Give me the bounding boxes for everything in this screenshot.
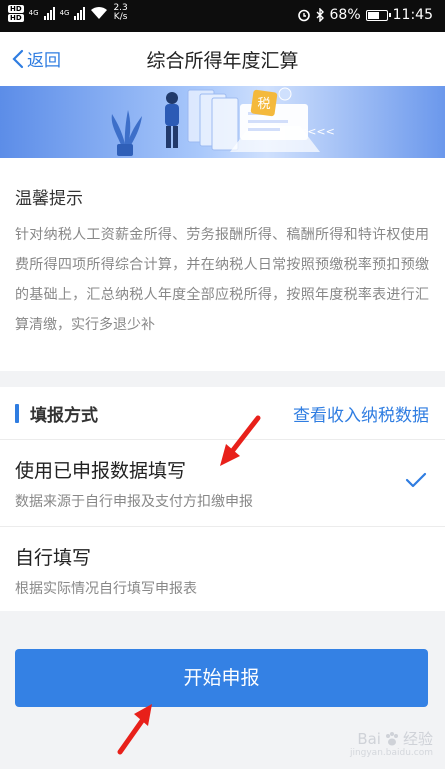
view-income-tax-data-link[interactable]: 查看收入纳税数据 — [293, 401, 429, 426]
nav-bar: 返回 综合所得年度汇算 — [0, 32, 445, 86]
hd-badge: HD — [8, 4, 24, 13]
filing-method-title: 填报方式 — [30, 406, 98, 426]
section-accent-bar — [15, 404, 19, 423]
signal-icon — [43, 6, 55, 20]
option-title: 使用已申报数据填写 — [15, 460, 187, 482]
battery-icon — [365, 9, 391, 21]
watermark-brand: Bai — [357, 729, 381, 748]
battery-percent: 68% — [329, 7, 361, 23]
tips-section: 温馨提示 针对纳税人工资薪金所得、劳务报酬所得、稿酬所得和特许权使用费所得四项所… — [0, 158, 445, 371]
checkmark-icon — [405, 472, 427, 488]
annotation-arrow-icon — [220, 415, 261, 466]
option-title: 自行填写 — [15, 547, 92, 569]
speed-unit: K/s — [113, 12, 128, 22]
tax-badge: 税 — [257, 97, 270, 112]
option-subtitle: 根据实际情况自行填写申报表 — [15, 581, 197, 597]
paw-icon — [385, 731, 398, 745]
tips-title: 温馨提示 — [15, 189, 83, 209]
watermark-site: jingyan.baidu.com — [349, 748, 433, 758]
status-bar: HD HD 4G 4G 2.3 K/s 68% 11:45 — [0, 0, 445, 32]
tips-body: 针对纳税人工资薪金所得、劳务报酬所得、稿酬所得和特许权使用费所得四项所得综合计算… — [15, 227, 429, 333]
clock: 11:45 — [392, 7, 433, 23]
hd-badge: HD — [8, 13, 24, 22]
option-subtitle: 数据来源于自行申报及支付方扣缴申报 — [15, 494, 253, 510]
banner-illustration: 税 <<<< — [0, 86, 445, 158]
network-type: 4G — [59, 9, 70, 17]
banner-chevrons: <<<< — [298, 125, 335, 138]
option-self-fill[interactable]: 自行填写 根据实际情况自行填写申报表 — [0, 527, 445, 613]
watermark-brand: 经验 — [402, 730, 433, 748]
signal-icon — [74, 6, 86, 20]
page-title: 综合所得年度汇算 — [146, 50, 299, 72]
start-filing-button[interactable]: 开始申报 — [15, 649, 428, 707]
annotation-arrow-icon — [117, 704, 152, 755]
alarm-icon — [297, 9, 310, 22]
bluetooth-icon — [316, 8, 324, 22]
wifi-icon — [91, 6, 108, 19]
baidu-watermark: Bai 经验 jingyan.baidu.com — [350, 728, 433, 759]
tax-illustration: 税 <<<< — [111, 87, 335, 156]
network-type: 4G — [28, 9, 39, 17]
